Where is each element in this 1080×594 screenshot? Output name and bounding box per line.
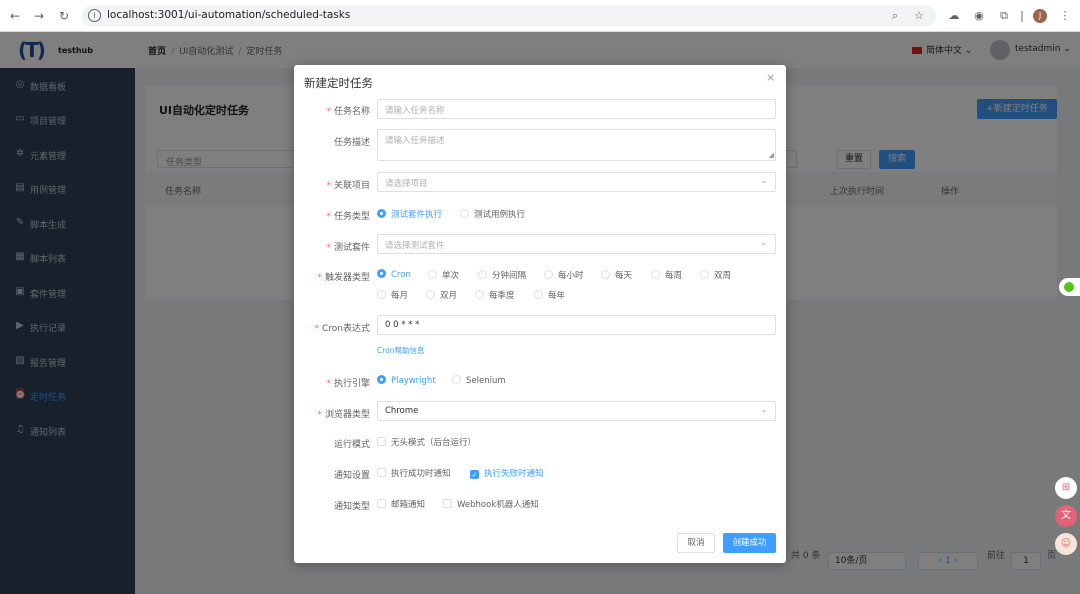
radio-trigger-once[interactable]: 单次 [428, 269, 459, 281]
zoom-icon[interactable]: ⌕ [892, 9, 898, 23]
headless-checkbox[interactable]: 无头模式（后台运行） [377, 436, 476, 448]
task-desc-textarea[interactable]: 请输入任务描述 ◢ [377, 129, 776, 161]
site-info-icon[interactable]: i [88, 9, 101, 22]
browser-select[interactable]: Chrome ⌄ [377, 401, 776, 421]
bookmark-star-icon[interactable]: ☆ [914, 9, 924, 22]
suite-label: * 测试套件 [326, 243, 370, 253]
radio-engine-selenium[interactable]: Selenium [452, 375, 506, 386]
radio-case-exec[interactable]: 测试用例执行 [460, 208, 525, 220]
email-notify-checkbox[interactable]: 邮箱通知 [377, 498, 425, 510]
close-icon[interactable]: × [766, 71, 775, 84]
radio-trigger-monthly[interactable]: 每月 [377, 289, 408, 301]
project-select[interactable]: 请选择项目 ⌄ [377, 172, 776, 192]
profile-avatar[interactable]: J [1033, 9, 1047, 23]
engine-label: * 执行引擎 [326, 379, 370, 389]
translate-float-icon[interactable]: 文 [1055, 505, 1077, 527]
radio-trigger-weekly[interactable]: 每周 [651, 269, 682, 281]
cron-input[interactable]: 0 0 * * * [377, 315, 776, 335]
cron-help-link[interactable]: Cron帮助信息 [377, 345, 425, 356]
resize-handle-icon[interactable]: ◢ [769, 151, 774, 159]
radio-trigger-interval[interactable]: 分钟间隔 [478, 269, 526, 281]
notify-type-label: 通知类型 [333, 502, 370, 512]
url-text[interactable]: localhost:3001/ui-automation/scheduled-t… [107, 9, 350, 21]
radio-trigger-biweekly[interactable]: 双周 [700, 269, 731, 281]
suite-select[interactable]: 请选择测试套件 ⌄ [377, 234, 776, 254]
extension-icon[interactable]: ☁ [947, 9, 961, 23]
puzzle-icon[interactable]: ⧉ [997, 9, 1011, 23]
browser-label: * 浏览器类型 [317, 410, 370, 420]
separator-icon: | [1020, 9, 1024, 22]
create-button[interactable]: 创建成功 [723, 533, 776, 553]
radio-trigger-hourly[interactable]: 每小时 [544, 269, 584, 281]
chevron-down-icon: ⌄ [760, 238, 767, 247]
radio-trigger-bimonthly[interactable]: 双月 [426, 289, 457, 301]
reload-icon[interactable]: ↻ [55, 7, 73, 25]
create-task-dialog: 新建定时任务 × * 任务名称 请输入任务名称 任务描述 请输入任务描述 ◢ * 关联… [294, 65, 786, 563]
apps-float-icon[interactable]: ⊞ [1055, 477, 1077, 499]
type-label: * 任务类型 [326, 212, 370, 222]
radio-trigger-quarterly[interactable]: 每季度 [475, 289, 515, 301]
back-icon[interactable]: ← [6, 7, 24, 25]
mode-label: 运行模式 [333, 440, 370, 450]
address-bar[interactable]: i localhost:3001/ui-automation/scheduled… [82, 5, 936, 27]
project-label: * 关联项目 [326, 181, 370, 191]
status-dot-icon [1064, 282, 1074, 292]
trigger-label: * 触发器类型 [317, 273, 370, 283]
chevron-down-icon: ⌄ [760, 176, 767, 185]
checkmark-icon: ✓ [470, 470, 479, 479]
radio-engine-playwright[interactable]: Playwright [377, 375, 436, 386]
notify-failure-checkbox[interactable]: ✓ 执行失败时通知 [470, 467, 544, 479]
desc-label: 任务描述 [333, 138, 370, 148]
webhook-notify-checkbox[interactable]: Webhook机器人通知 [443, 498, 539, 510]
floating-status-pill[interactable] [1059, 278, 1080, 296]
notify-label: 通知设置 [333, 471, 370, 481]
notify-success-checkbox[interactable]: 执行成功时通知 [377, 467, 451, 479]
dialog-title: 新建定时任务 [304, 76, 373, 90]
radio-suite-exec[interactable]: 测试套件执行 [377, 208, 442, 220]
forward-icon[interactable]: → [30, 7, 48, 25]
chrome-extension-icon[interactable]: ◉ [972, 9, 986, 23]
radio-trigger-cron[interactable]: Cron [377, 269, 411, 280]
browser-toolbar: ← → ↻ i localhost:3001/ui-automation/sch… [0, 0, 1080, 32]
task-name-input[interactable]: 请输入任务名称 [377, 99, 776, 119]
assistant-avatar-icon[interactable]: ☺ [1055, 533, 1077, 555]
menu-dots-icon[interactable]: ⋮ [1058, 9, 1072, 23]
radio-trigger-yearly[interactable]: 每年 [534, 289, 565, 301]
chevron-down-icon: ⌄ [760, 405, 767, 414]
cancel-button[interactable]: 取消 [677, 533, 715, 553]
cron-label: * Cron表达式 [314, 324, 371, 334]
radio-trigger-daily[interactable]: 每天 [601, 269, 632, 281]
name-label: * 任务名称 [326, 107, 370, 117]
